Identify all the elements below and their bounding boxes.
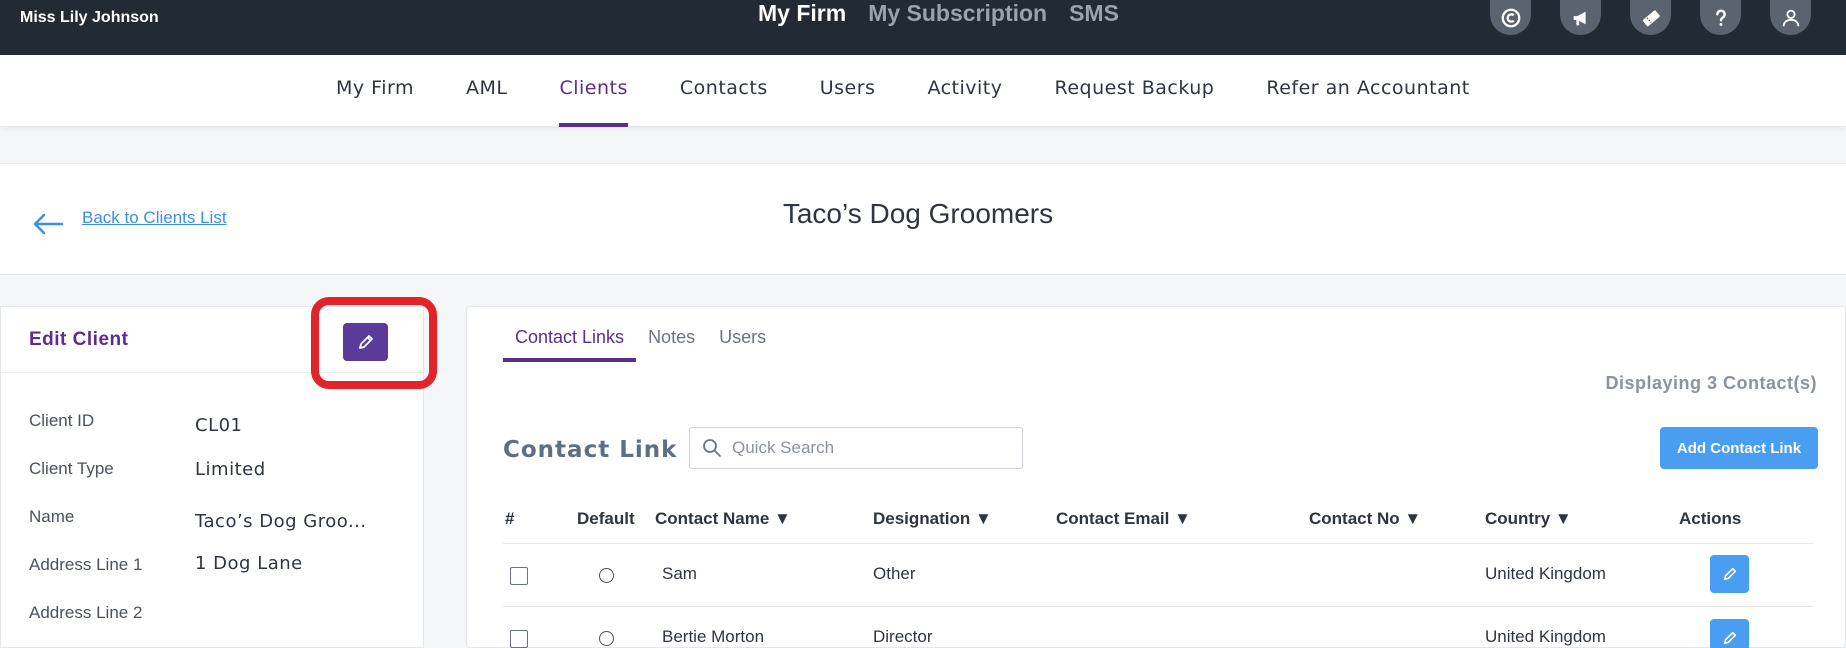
copyright-icon[interactable] xyxy=(1490,0,1531,35)
tab-notes[interactable]: Notes xyxy=(636,319,707,362)
top-icons xyxy=(1490,0,1811,35)
contact-tabs: Contact Links Notes Users xyxy=(503,319,778,362)
top-bar: Miss Lily Johnson My Firm My Subscriptio… xyxy=(0,0,1846,55)
name-value: Taco’s Dog Groo... xyxy=(195,511,367,532)
tab-contact-links[interactable]: Contact Links xyxy=(503,319,637,362)
section-title: Contact Link xyxy=(503,437,678,463)
nav-clients[interactable]: Clients xyxy=(559,55,629,127)
user-icon[interactable] xyxy=(1770,0,1811,35)
megaphone-icon[interactable] xyxy=(1560,0,1601,35)
row-divider xyxy=(503,543,1813,544)
client-id-value: CL01 xyxy=(195,415,243,436)
contact-count: Displaying 3 Contact(s) xyxy=(1605,373,1817,393)
default-radio[interactable] xyxy=(599,568,614,583)
nav-request-backup[interactable]: Request Backup xyxy=(1055,55,1215,127)
col-contact-name[interactable]: Contact Name ▼ xyxy=(655,509,791,529)
address-line1-label: Address Line 1 xyxy=(29,555,143,574)
col-default: Default xyxy=(577,509,635,528)
col-number: # xyxy=(505,509,515,528)
nav-users[interactable]: Users xyxy=(820,55,876,127)
default-radio[interactable] xyxy=(599,631,614,646)
country-cell: United Kingdom xyxy=(1485,627,1606,646)
contact-name-cell: Bertie Morton xyxy=(662,627,765,646)
quick-search-input[interactable] xyxy=(732,436,1012,460)
col-country[interactable]: Country ▼ xyxy=(1485,509,1572,529)
name-label: Name xyxy=(29,507,75,526)
tab-users[interactable]: Users xyxy=(707,319,778,362)
top-nav-my-subscription[interactable]: My Subscription xyxy=(868,0,1047,30)
client-type-label: Client Type xyxy=(29,459,114,478)
country-cell: United Kingdom xyxy=(1485,564,1606,583)
edit-client-title: Edit Client xyxy=(29,329,129,350)
highlight-annotation xyxy=(311,297,437,389)
row-edit-button[interactable] xyxy=(1710,555,1749,593)
address-line1-value: 1 Dog Lane xyxy=(195,553,303,574)
top-nav-my-firm[interactable]: My Firm xyxy=(758,0,846,30)
designation-cell: Director xyxy=(873,627,933,646)
main-nav: My Firm AML Clients Contacts Users Activ… xyxy=(0,55,1846,127)
row-edit-button[interactable] xyxy=(1710,619,1749,648)
col-contact-no[interactable]: Contact No ▼ xyxy=(1309,509,1421,529)
nav-refer-accountant[interactable]: Refer an Accountant xyxy=(1266,55,1469,127)
nav-my-firm[interactable]: My Firm xyxy=(336,55,414,127)
row-checkbox[interactable] xyxy=(510,630,528,648)
nav-activity[interactable]: Activity xyxy=(927,55,1002,127)
address-line2-label: Address Line 2 xyxy=(29,603,143,622)
row-checkbox[interactable] xyxy=(510,567,528,585)
col-actions: Actions xyxy=(1679,509,1742,528)
ticket-icon[interactable] xyxy=(1630,0,1671,35)
client-title-panel: Back to Clients List Taco’s Dog Groomers xyxy=(0,163,1846,275)
contacts-card: Contact Links Notes Users Displaying 3 C… xyxy=(466,306,1846,648)
search-icon xyxy=(703,439,721,457)
add-contact-link-button[interactable]: Add Contact Link xyxy=(1660,427,1818,469)
user-name[interactable]: Miss Lily Johnson xyxy=(20,9,159,27)
client-id-label: Client ID xyxy=(29,411,95,430)
nav-contacts[interactable]: Contacts xyxy=(680,55,768,127)
designation-cell: Other xyxy=(873,564,916,583)
pencil-icon xyxy=(1723,567,1736,581)
col-designation[interactable]: Designation ▼ xyxy=(873,509,992,529)
contact-name-cell: Sam xyxy=(662,564,697,583)
top-nav: My Firm My Subscription SMS xyxy=(758,0,1119,30)
edit-client-card: Edit Client Client ID CL01 Client Type L… xyxy=(0,297,437,648)
row-divider xyxy=(503,606,1813,607)
col-contact-email[interactable]: Contact Email ▼ xyxy=(1056,509,1191,529)
top-nav-sms[interactable]: SMS xyxy=(1069,0,1119,30)
pencil-icon xyxy=(1723,631,1736,645)
page-title: Taco’s Dog Groomers xyxy=(782,198,1054,229)
quick-search-box xyxy=(689,427,1023,469)
nav-aml[interactable]: AML xyxy=(466,55,507,127)
help-icon[interactable] xyxy=(1700,0,1741,35)
client-type-value: Limited xyxy=(195,459,266,480)
